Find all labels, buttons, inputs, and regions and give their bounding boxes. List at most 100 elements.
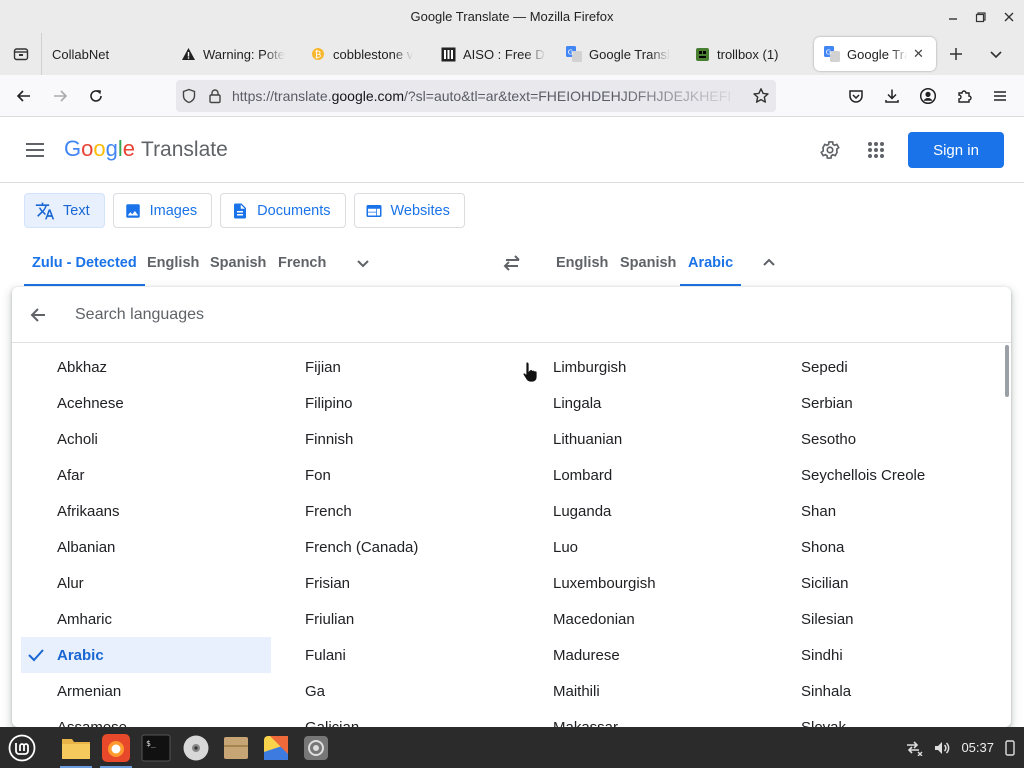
volume-icon[interactable] — [933, 740, 951, 756]
language-option[interactable]: Acehnese — [12, 385, 260, 421]
google-apps-button[interactable] — [862, 136, 890, 164]
taskbar-screenshot[interactable] — [298, 730, 334, 766]
language-option[interactable]: Shan — [756, 493, 1004, 529]
picker-scrollbar[interactable] — [1005, 345, 1009, 397]
taskbar-archive[interactable] — [218, 730, 254, 766]
language-option[interactable]: Serbian — [756, 385, 1004, 421]
language-option[interactable]: Fulani — [260, 637, 508, 673]
language-option[interactable]: Frisian — [260, 565, 508, 601]
url-text[interactable]: https://translate.google.com/?sl=auto&tl… — [228, 88, 746, 104]
taskbar-disc[interactable] — [178, 730, 214, 766]
tab-trollbox[interactable]: trollbox (1) — [684, 37, 808, 71]
target-lang-english[interactable]: English — [556, 240, 608, 286]
start-menu-button[interactable] — [0, 727, 44, 768]
target-lang-arabic[interactable]: Arabic — [680, 240, 742, 286]
language-option[interactable]: Madurese — [508, 637, 756, 673]
firefox-view-button[interactable] — [0, 33, 42, 75]
pocket-button[interactable] — [838, 80, 874, 112]
tab-cobblestone[interactable]: ₿ cobblestone v — [300, 37, 430, 71]
tab-collabnet[interactable]: CollabNet — [42, 37, 170, 71]
app-menu-button[interactable] — [982, 80, 1018, 112]
language-option[interactable]: Abkhaz — [12, 349, 260, 385]
more-target-languages-button[interactable] — [755, 249, 783, 277]
language-option[interactable]: French — [260, 493, 508, 529]
mode-images[interactable]: Images — [112, 193, 213, 228]
close-picker-button[interactable] — [14, 287, 62, 343]
language-option[interactable]: Armenian — [12, 673, 260, 709]
language-option[interactable]: Filipino — [260, 385, 508, 421]
language-option[interactable]: Amharic — [12, 601, 260, 637]
mode-websites[interactable]: Websites — [353, 193, 465, 228]
language-option[interactable]: Slovak — [756, 709, 1004, 728]
language-option[interactable]: Fijian — [260, 349, 508, 385]
account-button[interactable] — [910, 80, 946, 112]
new-tab-button[interactable] — [936, 37, 976, 71]
language-option[interactable]: Alur — [12, 565, 260, 601]
target-lang-spanish[interactable]: Spanish — [620, 240, 676, 286]
tab-google-translate-active[interactable]: G Google Tran ✕ — [814, 37, 936, 71]
language-option[interactable]: Luganda — [508, 493, 756, 529]
language-option[interactable]: French (Canada) — [260, 529, 508, 565]
mode-documents[interactable]: Documents — [220, 193, 346, 228]
bookmark-star-icon[interactable] — [746, 87, 776, 105]
language-option[interactable]: Shona — [756, 529, 1004, 565]
network-disconnected-icon[interactable] — [905, 740, 923, 756]
settings-button[interactable] — [816, 136, 844, 164]
source-lang-detected[interactable]: Zulu - Detected — [24, 240, 145, 286]
back-button[interactable] — [6, 80, 42, 112]
language-option[interactable]: Lombard — [508, 457, 756, 493]
taskbar-files[interactable] — [58, 730, 94, 768]
taskbar-terminal[interactable]: $_ — [138, 730, 174, 766]
language-option-selected[interactable]: Arabic — [21, 637, 271, 673]
more-source-languages-button[interactable] — [349, 249, 377, 277]
language-option[interactable]: Galician — [260, 709, 508, 728]
tracking-protection-icon[interactable] — [176, 88, 202, 104]
source-lang-french[interactable]: French — [278, 240, 326, 286]
language-option[interactable]: Limburgish — [508, 349, 756, 385]
source-lang-english[interactable]: English — [147, 240, 199, 286]
mode-text[interactable]: Text — [24, 193, 105, 228]
swap-languages-button[interactable] — [498, 249, 526, 277]
language-option[interactable]: Sicilian — [756, 565, 1004, 601]
language-option[interactable]: Finnish — [260, 421, 508, 457]
sign-in-button[interactable]: Sign in — [908, 132, 1004, 168]
list-all-tabs-button[interactable] — [976, 37, 1016, 71]
language-option[interactable]: Seychellois Creole — [756, 457, 1004, 493]
tab-warning[interactable]: Warning: Pote — [170, 37, 300, 71]
maximize-icon[interactable] — [974, 10, 988, 24]
language-option[interactable]: Makassar — [508, 709, 756, 728]
close-window-icon[interactable] — [1002, 10, 1016, 24]
language-option[interactable]: Lithuanian — [508, 421, 756, 457]
tab-aiso[interactable]: AISO : Free Do — [430, 37, 556, 71]
notifications-icon[interactable] — [1004, 739, 1016, 756]
language-option[interactable]: Sindhi — [756, 637, 1004, 673]
downloads-button[interactable] — [874, 80, 910, 112]
minimize-icon[interactable] — [946, 10, 960, 24]
language-option[interactable]: Sinhala — [756, 673, 1004, 709]
forward-button[interactable] — [42, 80, 78, 112]
language-option[interactable]: Maithili — [508, 673, 756, 709]
lock-icon[interactable] — [202, 88, 228, 104]
language-option[interactable]: Ga — [260, 673, 508, 709]
language-option[interactable]: Sesotho — [756, 421, 1004, 457]
extensions-button[interactable] — [946, 80, 982, 112]
source-lang-spanish[interactable]: Spanish — [210, 240, 266, 286]
language-option[interactable]: Assamese — [12, 709, 260, 728]
language-option[interactable]: Luo — [508, 529, 756, 565]
language-option[interactable]: Acholi — [12, 421, 260, 457]
taskbar-firefox[interactable] — [98, 730, 134, 768]
language-option[interactable]: Silesian — [756, 601, 1004, 637]
language-option[interactable]: Albanian — [12, 529, 260, 565]
close-tab-icon[interactable]: ✕ — [913, 46, 924, 62]
google-translate-logo[interactable]: Google Translate — [64, 136, 228, 162]
reload-button[interactable] — [78, 80, 114, 112]
language-option[interactable]: Friulian — [260, 601, 508, 637]
tab-google-translate-2[interactable]: G Google Transl — [556, 37, 684, 71]
language-option[interactable]: Sepedi — [756, 349, 1004, 385]
language-option[interactable]: Lingala — [508, 385, 756, 421]
main-menu-button[interactable] — [22, 138, 48, 162]
search-languages-input[interactable] — [75, 294, 955, 335]
language-option[interactable]: Macedonian — [508, 601, 756, 637]
language-option[interactable]: Afar — [12, 457, 260, 493]
language-option[interactable]: Afrikaans — [12, 493, 260, 529]
